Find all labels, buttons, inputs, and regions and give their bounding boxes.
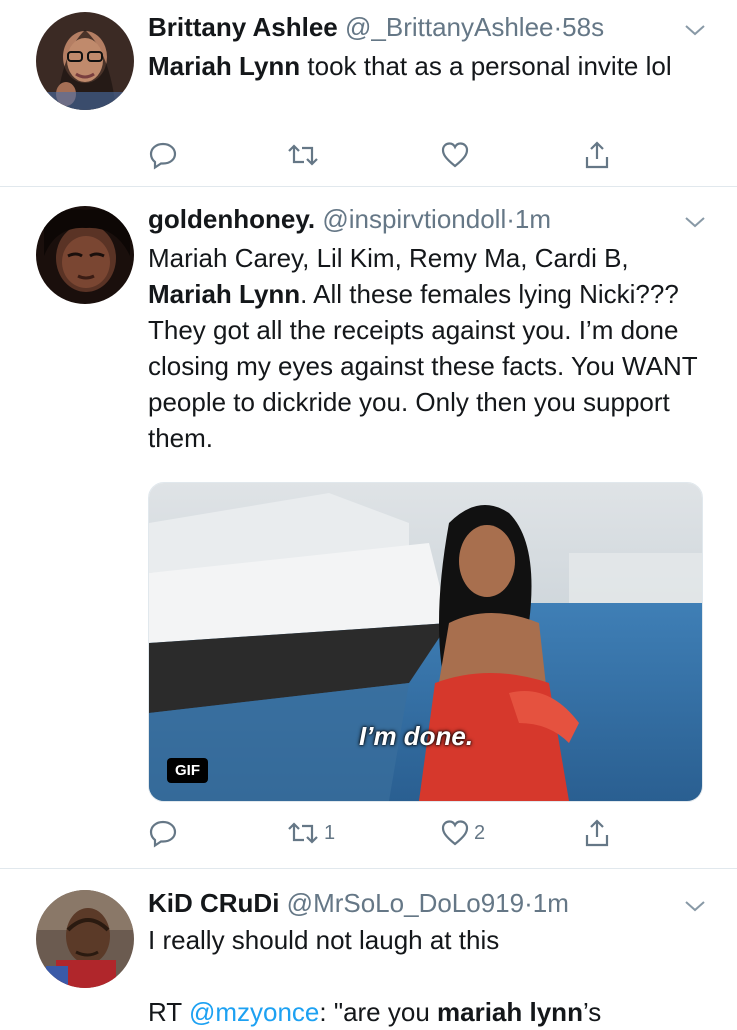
retweet-count: 1 <box>324 821 336 844</box>
divider <box>0 868 737 869</box>
retweet-button[interactable] <box>286 138 320 172</box>
divider <box>0 186 737 187</box>
like-count: 2 <box>474 821 486 844</box>
display-name[interactable]: KiD CRuDi <box>148 888 279 918</box>
separator-dot: · <box>524 888 533 918</box>
username[interactable]: @inspirvtiondoll <box>322 204 506 234</box>
share-button[interactable] <box>582 138 612 172</box>
heart-icon <box>441 820 469 846</box>
gif-frame <box>149 483 702 801</box>
heart-icon <box>441 142 469 168</box>
separator-dot: · <box>553 12 563 42</box>
tweet-header: Brittany Ashlee @_BrittanyAshlee·58s <box>148 10 604 44</box>
mention-bold[interactable]: Mariah Lynn <box>148 279 300 309</box>
tweet-text-pre: Mariah Carey, Lil Kim, Remy Ma, Cardi B, <box>148 243 629 273</box>
rt-text-end: ’s <box>582 997 602 1027</box>
rt-prefix: RT <box>148 997 189 1027</box>
mention-bold[interactable]: Mariah Lynn <box>148 51 300 81</box>
chevron-down-icon[interactable] <box>683 22 707 38</box>
chevron-down-icon[interactable] <box>683 214 707 230</box>
tweet-header: goldenhoney. @inspirvtiondoll·1m <box>148 202 551 236</box>
tweet[interactable]: KiD CRuDi @MrSoLo_DoLo919·1m I really sh… <box>0 882 737 1027</box>
reply-icon <box>149 142 177 170</box>
tweet-header: KiD CRuDi @MrSoLo_DoLo919·1m <box>148 886 569 920</box>
tweet-actions: 1 2 <box>148 816 628 850</box>
share-button[interactable] <box>582 816 612 850</box>
avatar[interactable] <box>36 12 134 110</box>
timestamp[interactable]: 1m <box>515 204 551 234</box>
reply-icon <box>149 820 177 848</box>
tweet-text: Mariah Lynn took that as a personal invi… <box>148 48 708 84</box>
timestamp[interactable]: 58s <box>562 12 604 42</box>
mention-bold: mariah lynn <box>437 997 583 1027</box>
tweet-text-line: I really should not laugh at this <box>148 925 500 955</box>
like-button[interactable] <box>440 138 470 172</box>
avatar[interactable] <box>36 890 134 988</box>
retweet-icon <box>288 822 318 844</box>
reply-button[interactable] <box>148 816 178 850</box>
tweet-text: I really should not laugh at this RT @mz… <box>148 922 708 1030</box>
gif-badge: GIF <box>167 758 208 783</box>
mention-link[interactable]: @mzyonce <box>189 997 319 1027</box>
gif-media[interactable]: I’m done. GIF <box>148 482 703 802</box>
like-button[interactable]: 2 <box>440 816 485 850</box>
tweet-text-rest: took that as a personal invite lol <box>300 51 672 81</box>
display-name[interactable]: goldenhoney. <box>148 204 315 234</box>
rt-text: : "are you <box>319 997 438 1027</box>
tweet[interactable]: Brittany Ashlee @_BrittanyAshlee·58s Mar… <box>0 8 737 186</box>
retweet-button[interactable]: 1 <box>286 816 335 850</box>
share-icon <box>585 819 609 847</box>
retweet-icon <box>288 144 318 166</box>
share-icon <box>585 141 609 169</box>
display-name[interactable]: Brittany Ashlee <box>148 12 338 42</box>
tweet-text: Mariah Carey, Lil Kim, Remy Ma, Cardi B,… <box>148 240 708 456</box>
avatar[interactable] <box>36 206 134 304</box>
username[interactable]: @_BrittanyAshlee <box>345 12 554 42</box>
separator-dot: · <box>506 204 515 234</box>
username[interactable]: @MrSoLo_DoLo919 <box>287 888 524 918</box>
retweet-quote-line: RT @mzyonce: "are you mariah lynn’s <box>148 994 708 1030</box>
reply-button[interactable] <box>148 138 178 172</box>
tweet-actions <box>148 138 628 172</box>
chevron-down-icon[interactable] <box>683 898 707 914</box>
timestamp[interactable]: 1m <box>533 888 569 918</box>
gif-caption: I’m done. <box>359 721 474 751</box>
